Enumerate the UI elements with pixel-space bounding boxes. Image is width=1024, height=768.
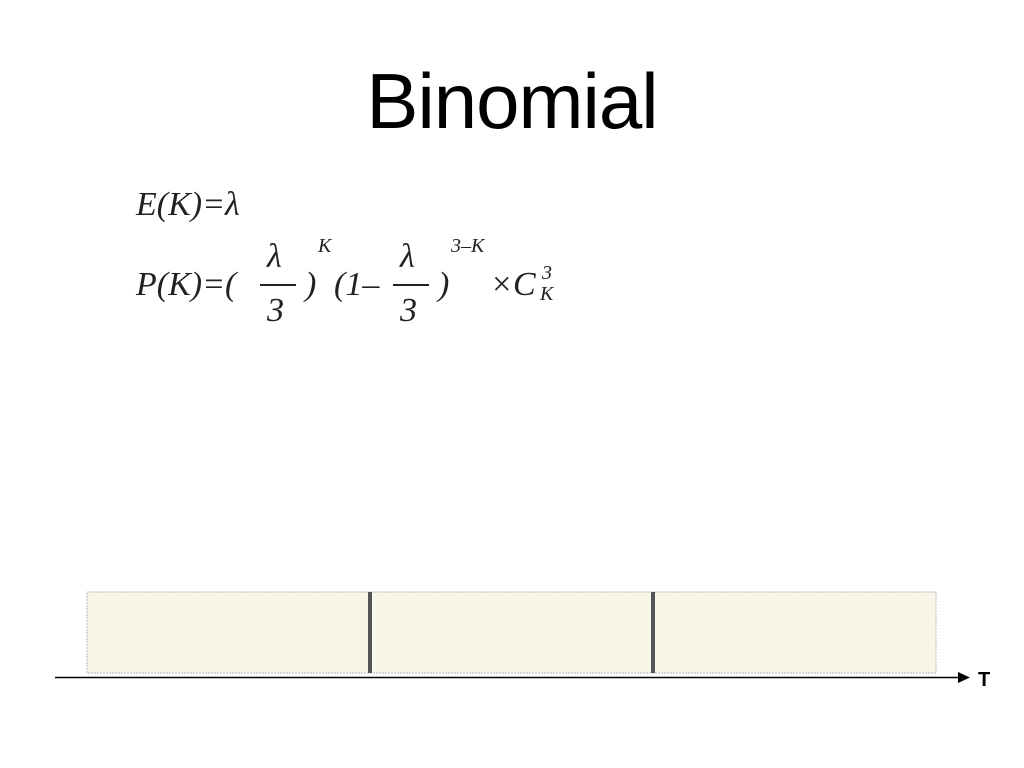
timeline-segments-box: [86, 591, 937, 674]
timeline-diagram: T: [55, 591, 990, 691]
time-axis-label: T: [978, 669, 990, 691]
time-axis-arrowhead: [958, 672, 970, 683]
